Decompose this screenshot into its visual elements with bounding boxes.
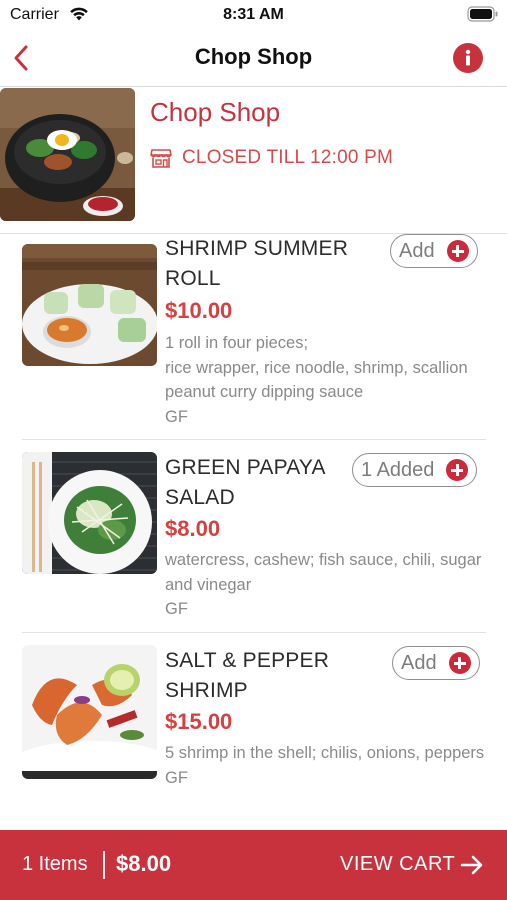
- cart-item-count: 1 Items: [22, 853, 88, 875]
- view-cart-button[interactable]: VIEW CART: [340, 853, 455, 876]
- restaurant-name: Chop Shop: [150, 97, 281, 127]
- plus-icon: [448, 652, 471, 674]
- navigation-bar: Chop Shop: [0, 30, 507, 87]
- add-button-label: Add: [399, 239, 435, 262]
- clock: 8:31 AM: [223, 6, 284, 23]
- plus-icon: [446, 459, 469, 481]
- item-photo: [22, 244, 157, 366]
- restaurant-header: Chop Shop CLOSED TILL 12:00 PM: [0, 87, 507, 234]
- plus-icon: [446, 240, 469, 262]
- item-photo: [22, 452, 157, 574]
- item-name: GREEN PAPAYA SALAD: [165, 456, 325, 509]
- item-photo: [22, 645, 157, 779]
- item-name: SHRIMP SUMMER ROLL: [165, 237, 349, 290]
- menu-list[interactable]: SHRIMP SUMMER ROLL Add $10.00 1 roll in …: [0, 234, 507, 829]
- item-name: SALT & PEPPER SHRIMP: [165, 649, 330, 702]
- page-title: Chop Shop: [194, 44, 313, 69]
- divider: [22, 632, 486, 633]
- item-price: $8.00: [165, 516, 221, 541]
- add-button[interactable]: Add: [390, 234, 478, 268]
- info-icon: [465, 49, 471, 66]
- restaurant-photo: [0, 88, 135, 221]
- store-icon: [150, 149, 172, 168]
- cart-bar[interactable]: 1 Items $8.00 VIEW CART: [0, 830, 507, 900]
- item-description: 1 roll in four pieces; rice wrapper, ric…: [165, 334, 468, 426]
- add-button[interactable]: Add: [392, 646, 480, 680]
- add-button-label: Add: [401, 651, 437, 674]
- added-button[interactable]: 1 Added: [352, 453, 478, 487]
- added-button-label: 1 Added: [361, 458, 435, 481]
- item-price: $10.00: [165, 298, 233, 323]
- status-text: CLOSED TILL 12:00 PM: [182, 147, 393, 168]
- divider: [103, 851, 105, 879]
- item-price: $15.00: [165, 709, 233, 734]
- battery-icon: [467, 6, 498, 22]
- status-bar: Carrier 8:31 AM: [0, 0, 507, 30]
- cart-total: $8.00: [116, 851, 172, 876]
- restaurant-status: CLOSED TILL 12:00 PM: [150, 147, 393, 169]
- arrow-right-icon[interactable]: [460, 854, 484, 876]
- divider: [22, 439, 486, 440]
- info-button[interactable]: [453, 43, 483, 73]
- item-description: 5 shrimp in the shell; chilis, onions, p…: [165, 744, 485, 787]
- item-description: watercress, cashew; fish sauce, chili, s…: [165, 551, 482, 618]
